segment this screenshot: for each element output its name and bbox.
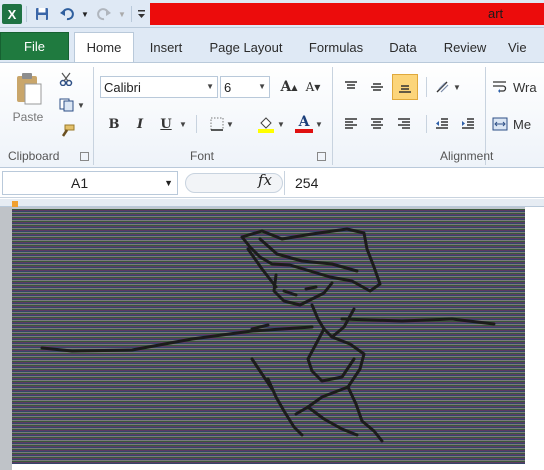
paste-button[interactable]: Paste [8, 67, 48, 129]
copy-icon[interactable]: ▼ [56, 95, 88, 115]
clipboard-group-label: Clipboard [8, 149, 60, 163]
orientation-icon [436, 81, 449, 93]
format-painter-icon[interactable] [56, 121, 78, 141]
align-bottom-icon[interactable] [392, 74, 418, 100]
undo-dropdown-icon[interactable]: ▼ [80, 4, 90, 24]
font-size-select[interactable]: 6 ▼ [220, 76, 270, 98]
merge-center-button[interactable]: Me [492, 113, 544, 135]
merge-icon [492, 117, 508, 131]
tab-home[interactable]: Home [74, 32, 134, 62]
insert-function-icon[interactable]: fx [258, 171, 272, 189]
font-color-button[interactable]: A ▼ [292, 113, 326, 135]
formula-bar: A1 ▼ fx 254 [0, 168, 544, 198]
name-box-dropdown-icon[interactable]: ▼ [164, 178, 173, 188]
window-title: art [488, 6, 504, 21]
wrap-text-label: Wra [513, 79, 537, 95]
sheet-right-gutter [525, 207, 544, 470]
grow-font-button[interactable]: A ▲ [279, 76, 299, 98]
group-divider [196, 115, 197, 133]
align-right-icon[interactable] [393, 113, 415, 135]
excel-logo-icon: X [2, 4, 22, 24]
font-family-select[interactable]: Calibri ▼ [100, 76, 218, 98]
name-box-value: A1 [71, 175, 89, 191]
paste-label: Paste [12, 110, 44, 124]
borders-icon [210, 117, 224, 131]
italic-button[interactable]: I [130, 113, 150, 135]
shrink-font-label: A [305, 80, 315, 94]
redo-dropdown-icon[interactable]: ▼ [117, 4, 127, 24]
tab-review[interactable]: Review [436, 32, 494, 62]
shrink-font-button[interactable]: A ▼ [303, 76, 323, 98]
cut-icon[interactable] [56, 69, 76, 89]
paste-icon [17, 73, 42, 105]
font-group-label: Font [190, 149, 215, 163]
customize-icon[interactable] [135, 4, 147, 24]
worksheet[interactable] [0, 199, 544, 470]
bold-button[interactable]: B [104, 113, 124, 135]
group-divider [332, 67, 333, 165]
merge-label: Me [513, 116, 532, 132]
redo-icon[interactable] [93, 4, 115, 24]
formula-input[interactable]: 254 [284, 171, 544, 195]
increase-indent-icon[interactable] [457, 113, 479, 135]
align-left-icon[interactable] [340, 113, 362, 135]
title-highlight [150, 3, 544, 25]
column-headers[interactable] [0, 199, 544, 207]
group-divider [426, 115, 427, 133]
separator [26, 6, 27, 22]
borders-button[interactable]: ▼ [204, 113, 240, 135]
ribbon-tabs: File Home Insert Page Layout Formulas Da… [0, 28, 544, 62]
underline-dropdown-icon[interactable]: ▼ [176, 113, 188, 135]
cell-art-drawing [40, 227, 496, 443]
align-middle-icon[interactable] [366, 75, 388, 99]
orientation-button[interactable]: ▼ [432, 75, 464, 99]
row-headers[interactable] [0, 207, 12, 470]
group-divider [93, 67, 94, 165]
tab-formulas[interactable]: Formulas [302, 32, 370, 62]
font-color-glyph: A [298, 114, 310, 130]
name-box[interactable]: A1 ▼ [2, 171, 178, 195]
wrap-text-button[interactable]: Wra [492, 75, 544, 99]
ribbon: Paste ▼ Clipboard Calibri ▼ 6 ▼ A ▲ A ▼ B I … [0, 62, 544, 168]
fill-color-icon [258, 117, 275, 133]
fill-color-button[interactable]: ▼ [252, 113, 290, 135]
grow-font-label: A [280, 79, 292, 95]
save-icon[interactable] [33, 4, 51, 24]
tab-view[interactable]: Vie [508, 32, 544, 62]
tab-insert[interactable]: Insert [140, 32, 192, 62]
wrap-text-icon [493, 81, 507, 93]
font-launcher-icon[interactable] [317, 152, 326, 161]
font-color-icon: A [295, 114, 314, 133]
font-size-value: 6 [224, 79, 232, 95]
alignment-group-label: Alignment [440, 149, 494, 163]
align-top-icon[interactable] [340, 75, 362, 99]
cell-art-area[interactable] [12, 209, 525, 464]
title-bar: X ▼ ▼ art [0, 0, 544, 28]
font-family-value: Calibri [104, 79, 141, 95]
tab-file[interactable]: File [0, 32, 69, 60]
underline-button[interactable]: U [156, 113, 176, 135]
tab-data[interactable]: Data [383, 32, 423, 62]
tab-page-layout[interactable]: Page Layout [202, 32, 290, 62]
clipboard-launcher-icon[interactable] [80, 152, 89, 161]
separator [131, 6, 132, 22]
align-center-icon[interactable] [366, 113, 388, 135]
decrease-indent-icon[interactable] [431, 113, 453, 135]
undo-icon[interactable] [56, 4, 78, 24]
group-divider [426, 77, 427, 97]
